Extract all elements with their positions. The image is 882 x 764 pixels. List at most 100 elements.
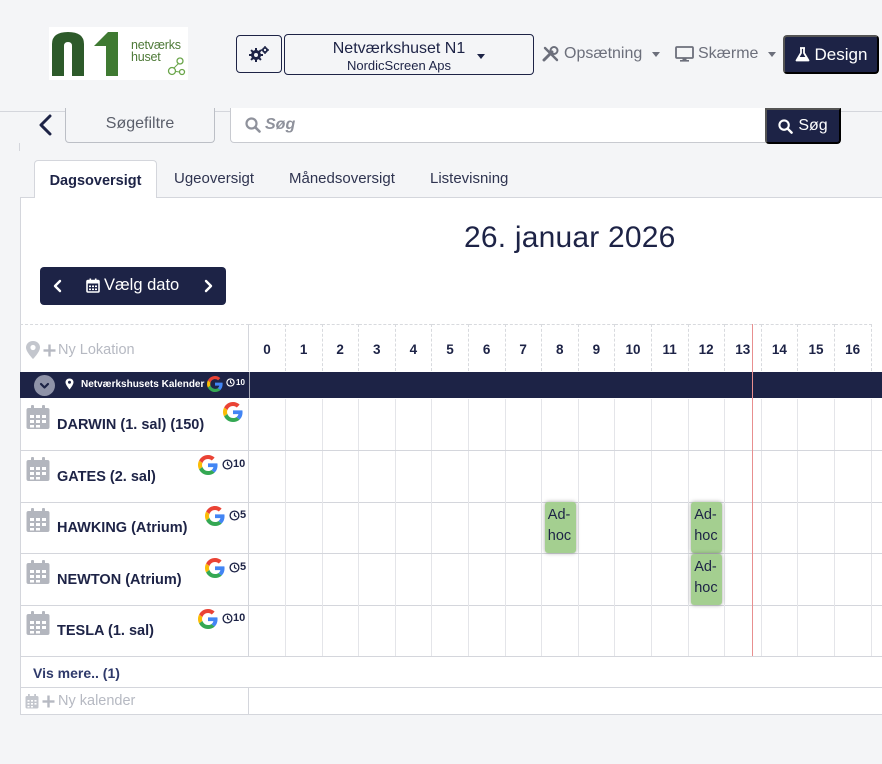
time-slot[interactable] [835, 553, 872, 605]
time-slot[interactable] [615, 450, 652, 502]
time-slot[interactable] [249, 605, 286, 657]
prev-day-icon[interactable] [52, 278, 64, 294]
time-slot[interactable] [725, 502, 762, 554]
time-slot[interactable] [688, 450, 726, 502]
show-more-link[interactable]: Vis mere.. (1) [33, 665, 120, 681]
time-slot[interactable] [322, 605, 360, 657]
tab-week-overview[interactable]: Ugeoversigt [174, 170, 254, 187]
time-slot[interactable] [286, 605, 323, 657]
tab-day-overview[interactable]: Dagsoversigt [34, 160, 157, 199]
time-slot[interactable] [432, 605, 469, 657]
time-slot[interactable] [432, 399, 469, 450]
back-chevron-icon[interactable] [36, 114, 56, 136]
time-slot[interactable] [249, 450, 286, 502]
setup-dropdown[interactable]: Opsætning [542, 45, 661, 63]
time-slot[interactable] [432, 553, 469, 605]
time-slot[interactable] [432, 450, 469, 502]
time-slot[interactable] [542, 553, 579, 605]
time-slot[interactable] [322, 450, 360, 502]
time-slot[interactable] [761, 399, 799, 450]
search-input[interactable] [265, 114, 745, 136]
booking-event[interactable]: Ad-hoc [544, 502, 576, 554]
time-slot[interactable] [725, 450, 762, 502]
time-slot[interactable] [286, 450, 323, 502]
room-label-cell[interactable]: NEWTON (Atrium) 5 [20, 553, 249, 605]
settings-button[interactable] [236, 35, 282, 73]
time-slot[interactable] [798, 553, 835, 605]
search-box[interactable] [230, 108, 766, 143]
time-slot[interactable] [505, 553, 543, 605]
time-slot[interactable] [249, 502, 286, 554]
time-slot[interactable] [286, 553, 323, 605]
time-slot[interactable] [688, 605, 726, 657]
time-slot[interactable] [395, 399, 433, 450]
booking-event[interactable]: Ad-hoc [691, 553, 723, 605]
time-slot[interactable] [761, 450, 799, 502]
time-slot[interactable] [761, 502, 799, 554]
time-slot[interactable] [359, 450, 396, 502]
time-slot[interactable] [469, 553, 506, 605]
time-slot[interactable] [542, 450, 579, 502]
time-slot[interactable] [542, 399, 579, 450]
time-slot[interactable] [249, 399, 286, 450]
search-button[interactable]: Søg [765, 108, 841, 144]
time-slot[interactable] [286, 502, 323, 554]
time-slot[interactable] [578, 605, 616, 657]
time-slot[interactable] [652, 399, 689, 450]
time-slot[interactable] [395, 553, 433, 605]
time-slot[interactable] [505, 399, 543, 450]
time-slot[interactable] [542, 605, 579, 657]
time-slot[interactable] [505, 450, 543, 502]
time-slot[interactable] [505, 502, 543, 554]
collapse-toggle[interactable] [34, 375, 55, 396]
time-slot[interactable] [322, 553, 360, 605]
tab-month-overview[interactable]: Månedsoversigt [289, 170, 395, 187]
time-slot[interactable] [615, 605, 652, 657]
time-slot[interactable] [835, 502, 872, 554]
search-filters-button[interactable]: Søgefiltre [65, 108, 215, 143]
time-slot[interactable] [359, 502, 396, 554]
time-slot[interactable] [469, 502, 506, 554]
room-label-cell[interactable]: GATES (2. sal) 10 [20, 450, 249, 502]
company-logo[interactable]: netværks huset [49, 27, 188, 80]
time-slot[interactable] [469, 399, 506, 450]
time-slot[interactable] [615, 399, 652, 450]
room-label-cell[interactable]: TESLA (1. sal) 10 [20, 605, 249, 657]
time-slot[interactable] [835, 450, 872, 502]
time-slot[interactable] [725, 553, 762, 605]
new-calendar-button[interactable]: Ny kalender [25, 693, 135, 709]
time-slot[interactable] [578, 553, 616, 605]
time-slot[interactable] [652, 553, 689, 605]
time-slot[interactable] [615, 553, 652, 605]
time-slot[interactable] [249, 553, 286, 605]
pick-date-button[interactable]: Vælg dato [86, 276, 179, 295]
room-label-cell[interactable]: DARWIN (1. sal) (150) [20, 399, 249, 450]
design-button[interactable]: Design [783, 35, 879, 74]
time-slot[interactable] [395, 605, 433, 657]
time-slot[interactable] [395, 502, 433, 554]
time-slot[interactable] [359, 399, 396, 450]
time-slot[interactable] [835, 605, 872, 657]
time-slot[interactable] [652, 450, 689, 502]
time-slot[interactable] [432, 502, 469, 554]
time-slot[interactable] [725, 605, 762, 657]
time-slot[interactable] [322, 399, 360, 450]
time-slot[interactable] [798, 502, 835, 554]
new-location-button[interactable]: Ny Lokation [25, 340, 135, 360]
time-slot[interactable] [835, 399, 872, 450]
screens-dropdown[interactable]: Skærme [675, 45, 777, 63]
time-slot[interactable] [578, 502, 616, 554]
time-slot[interactable] [322, 502, 360, 554]
time-slot[interactable] [469, 450, 506, 502]
time-slot[interactable] [469, 605, 506, 657]
tab-list-view[interactable]: Listevisning [430, 170, 508, 187]
room-label-cell[interactable]: HAWKING (Atrium) 5 [20, 502, 249, 554]
time-slot[interactable] [395, 450, 433, 502]
time-slot[interactable] [578, 399, 616, 450]
time-slot[interactable] [505, 605, 543, 657]
time-slot[interactable] [798, 605, 835, 657]
time-slot[interactable] [615, 502, 652, 554]
time-slot[interactable] [688, 399, 726, 450]
time-slot[interactable] [359, 553, 396, 605]
time-slot[interactable] [652, 502, 689, 554]
